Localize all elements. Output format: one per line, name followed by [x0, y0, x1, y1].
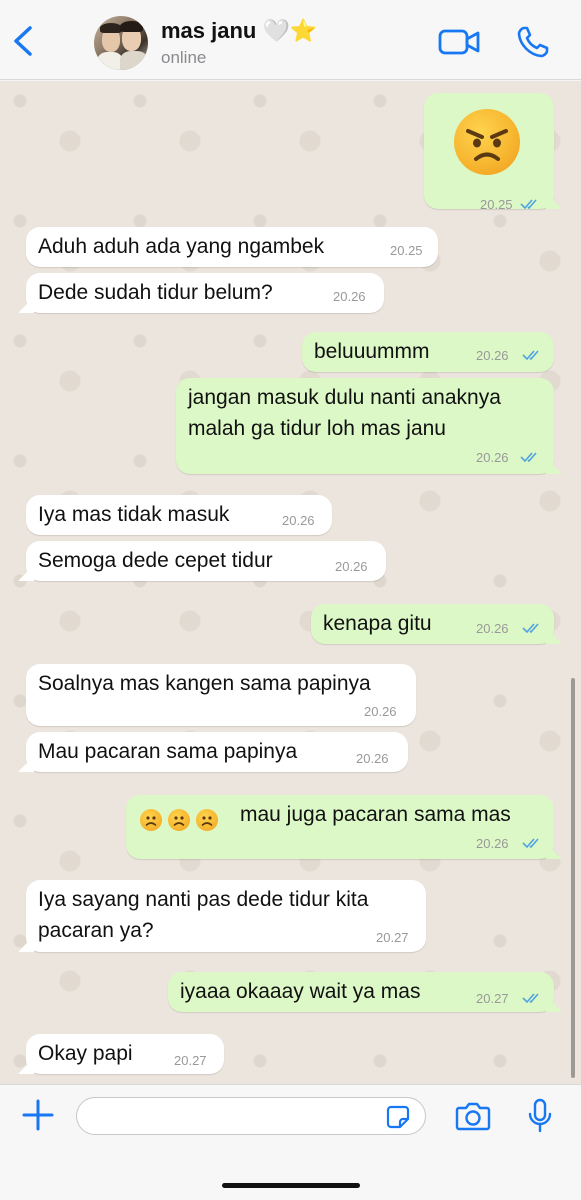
- camera-icon[interactable]: [455, 1101, 491, 1131]
- message-bubble-outgoing[interactable]: jangan masuk dulu nanti anaknya malah ga…: [176, 378, 554, 474]
- sad-face-emojis: [140, 809, 224, 833]
- video-camera-icon[interactable]: [438, 28, 480, 56]
- message-bubble-outgoing[interactable]: iyaaa okaaay wait ya mas 20.27: [168, 972, 554, 1012]
- message-input-bar: [0, 1084, 581, 1200]
- message-text: Semoga dede cepet tidur: [38, 549, 273, 572]
- plus-icon[interactable]: [22, 1099, 54, 1131]
- phone-icon[interactable]: [516, 25, 550, 59]
- message-text: Aduh aduh ada yang ngambek: [38, 235, 325, 258]
- home-indicator: [222, 1183, 360, 1188]
- message-bubble-incoming[interactable]: Okay papi 20.27: [26, 1034, 224, 1074]
- message-text: Iya sayang nanti pas dede tidur kita pac…: [38, 888, 369, 942]
- avatar[interactable]: [94, 16, 148, 70]
- frowning-face-icon: [196, 809, 218, 831]
- frowning-face-icon: [140, 809, 162, 831]
- chat-header: mas janu 🤍⭐ online: [0, 0, 581, 80]
- message-text: Okay papi: [38, 1042, 133, 1065]
- message-text: Mau pacaran sama papinya: [38, 740, 298, 763]
- message-text: jangan masuk dulu nanti anaknya malah ga…: [188, 386, 501, 440]
- contact-name[interactable]: mas janu 🤍⭐: [161, 18, 317, 44]
- message-time: 20.27: [376, 930, 409, 945]
- message-bubble-incoming[interactable]: Semoga dede cepet tidur 20.26: [26, 541, 386, 581]
- message-bubble-outgoing[interactable]: 20.25: [424, 93, 554, 212]
- message-bubble-incoming[interactable]: Iya mas tidak masuk 20.26: [26, 495, 332, 535]
- microphone-icon[interactable]: [527, 1098, 553, 1134]
- message-time: 20.26: [364, 704, 397, 719]
- message-time: 20.26: [356, 751, 389, 766]
- frowning-face-icon: [168, 809, 190, 831]
- message-time: 20.26: [333, 289, 366, 304]
- message-bubble-outgoing[interactable]: kenapa gitu 20.26: [311, 604, 554, 644]
- message-time: 20.26: [476, 348, 509, 363]
- message-text: kenapa gitu: [323, 612, 432, 635]
- read-ticks-icon: [520, 452, 537, 463]
- message-input[interactable]: [76, 1097, 426, 1135]
- read-ticks-icon: [520, 199, 537, 210]
- message-bubble-incoming[interactable]: Iya sayang nanti pas dede tidur kita pac…: [26, 880, 426, 952]
- angry-face-emoji: [454, 109, 520, 175]
- read-ticks-icon: [522, 623, 539, 634]
- message-time: 20.26: [335, 559, 368, 574]
- message-text: iyaaa okaaay wait ya mas: [180, 980, 421, 1003]
- message-bubble-outgoing[interactable]: mau juga pacaran sama mas 20.26: [126, 795, 554, 859]
- message-text: Dede sudah tidur belum?: [38, 281, 273, 304]
- message-time: 20.26: [476, 621, 509, 636]
- message-bubble-incoming[interactable]: Soalnya mas kangen sama papinya 20.26: [26, 664, 416, 726]
- message-bubble-outgoing[interactable]: beluuummm 20.26: [302, 332, 554, 372]
- message-text: Iya mas tidak masuk: [38, 503, 230, 526]
- chat-messages-area[interactable]: 20.25 Aduh aduh ada yang ngambek 20.25 D…: [0, 81, 581, 1084]
- message-time: 20.25: [480, 197, 513, 212]
- message-text: Soalnya mas kangen sama papinya: [38, 672, 371, 695]
- sticker-icon[interactable]: [386, 1105, 410, 1129]
- message-text: beluuummm: [314, 340, 430, 363]
- message-time: 20.26: [476, 450, 509, 465]
- message-time: 20.27: [476, 991, 509, 1006]
- read-ticks-icon: [522, 838, 539, 849]
- message-bubble-incoming[interactable]: Mau pacaran sama papinya 20.26: [26, 732, 408, 772]
- back-chevron-icon[interactable]: [10, 24, 38, 58]
- chat-scrollbar[interactable]: [571, 678, 575, 1078]
- read-ticks-icon: [522, 993, 539, 1004]
- contact-status: online: [161, 48, 207, 67]
- message-time: 20.26: [282, 513, 315, 528]
- message-bubble-incoming[interactable]: Dede sudah tidur belum? 20.26: [26, 273, 384, 313]
- read-ticks-icon: [522, 350, 539, 361]
- message-time: 20.25: [390, 243, 423, 258]
- message-time: 20.27: [174, 1053, 207, 1068]
- message-time: 20.26: [476, 836, 509, 851]
- message-text: mau juga pacaran sama mas: [240, 803, 511, 826]
- message-bubble-incoming[interactable]: Aduh aduh ada yang ngambek 20.25: [26, 227, 438, 267]
